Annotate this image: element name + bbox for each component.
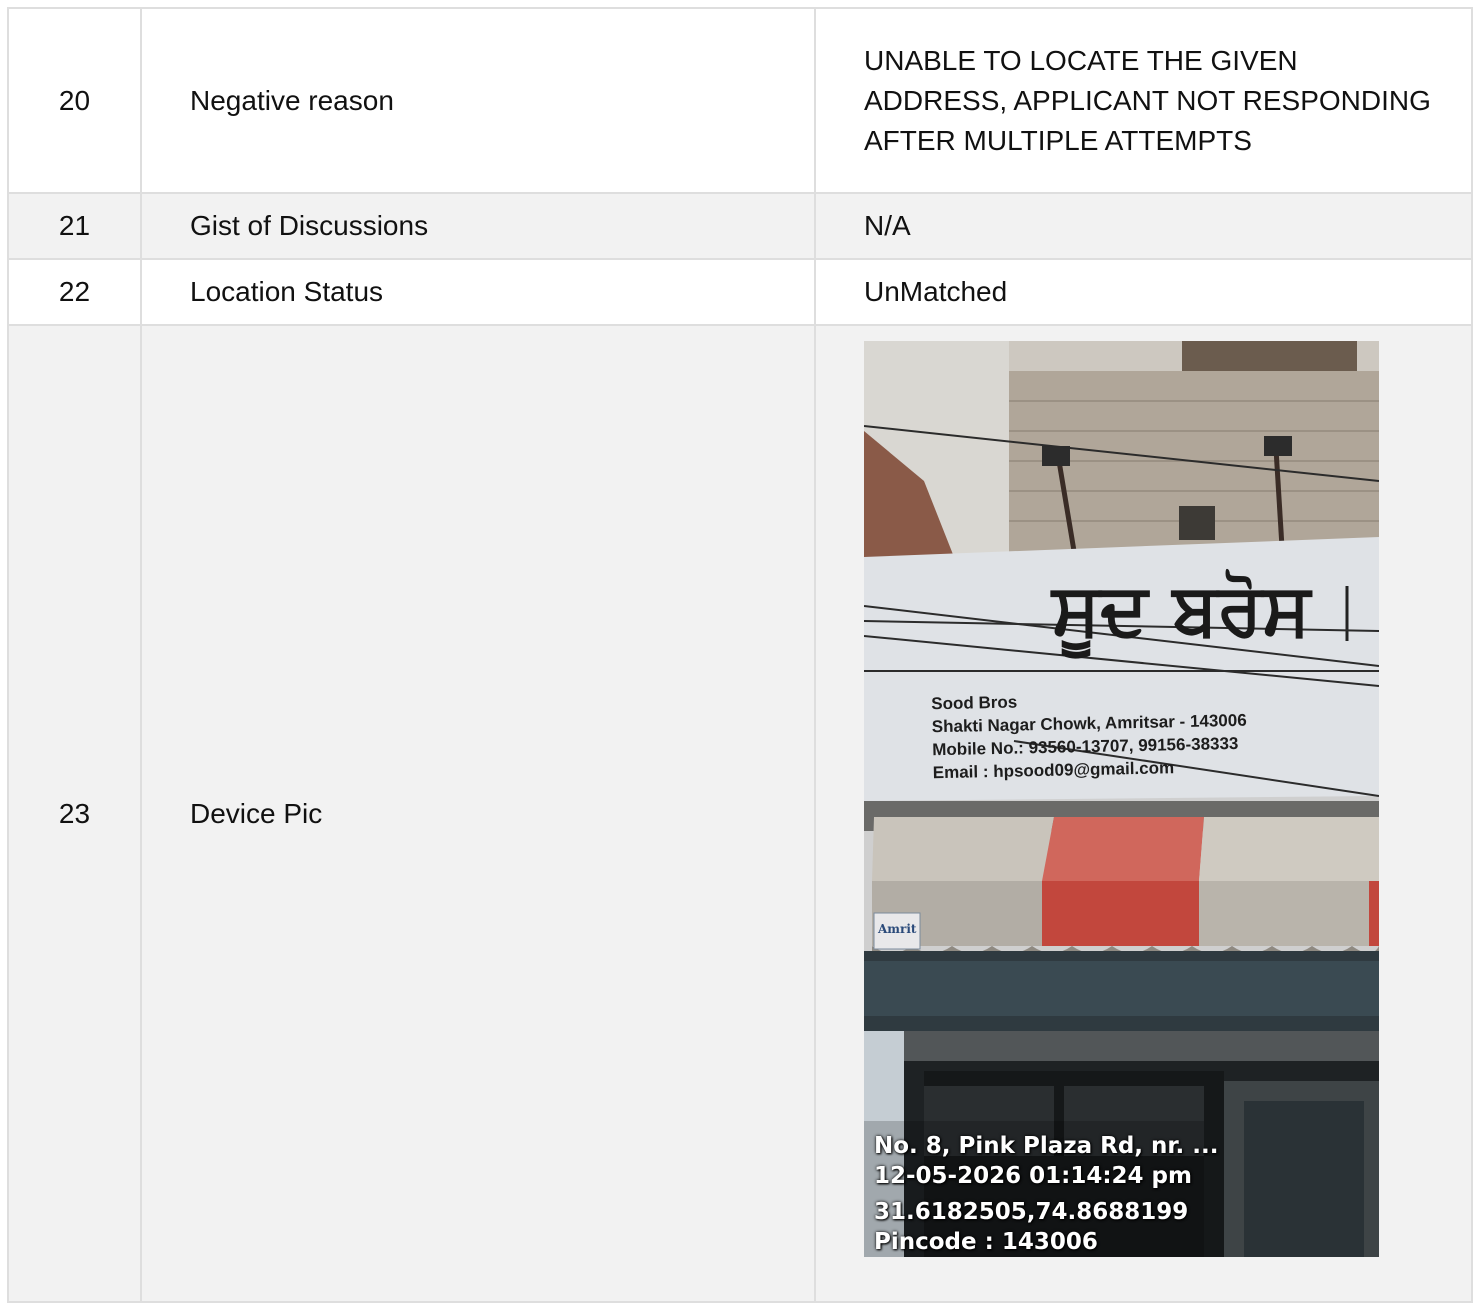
table-row: 23 Device Pic Amrit ਸੂਦ ਬਰੋਸ Sood Bros S… (7, 324, 1473, 1303)
report-table: 20 Negative reason UNABLE TO LOCATE THE … (7, 7, 1473, 1303)
row-number: 23 (7, 324, 142, 1303)
stamp-address: No. 8, Pink Plaza Rd, nr. ... (874, 1133, 1219, 1159)
stamp-pincode: Pincode : 143006 (874, 1229, 1098, 1255)
field-value: N/A (814, 192, 1473, 260)
field-label: Negative reason (140, 7, 816, 194)
device-photo: Amrit ਸੂਦ ਬਰੋਸ Sood Bros Shakti Nagar Ch… (864, 341, 1379, 1257)
field-value: UNABLE TO LOCATE THE GIVEN ADDRESS, APPL… (814, 7, 1473, 194)
geo-stamp: No. 8, Pink Plaza Rd, nr. ... 12-05-2026… (874, 1131, 1218, 1257)
row-number: 20 (7, 7, 142, 194)
shop-sign-details: Sood Bros Shakti Nagar Chowk, Amritsar -… (931, 686, 1248, 785)
table-row: 22 Location Status UnMatched (7, 258, 1473, 326)
amrit-logo-text: Amrit (877, 922, 917, 936)
table-row: 20 Negative reason UNABLE TO LOCATE THE … (7, 7, 1473, 194)
stamp-coordinates: 31.6182505,74.8688199 (874, 1199, 1189, 1225)
field-value: UnMatched (814, 258, 1473, 326)
sign-punjabi-text: ਸੂਦ ਬਰੋਸ (1052, 567, 1311, 651)
row-number: 22 (7, 258, 142, 326)
stamp-datetime: 12-05-2026 01:14:24 pm (874, 1163, 1192, 1189)
storefront-illustration: Amrit (864, 341, 1379, 1257)
field-label: Device Pic (140, 324, 816, 1303)
row-number: 21 (7, 192, 142, 260)
device-pic-cell: Amrit ਸੂਦ ਬਰੋਸ Sood Bros Shakti Nagar Ch… (814, 324, 1473, 1303)
field-label: Gist of Discussions (140, 192, 816, 260)
table-row: 21 Gist of Discussions N/A (7, 192, 1473, 260)
field-label: Location Status (140, 258, 816, 326)
